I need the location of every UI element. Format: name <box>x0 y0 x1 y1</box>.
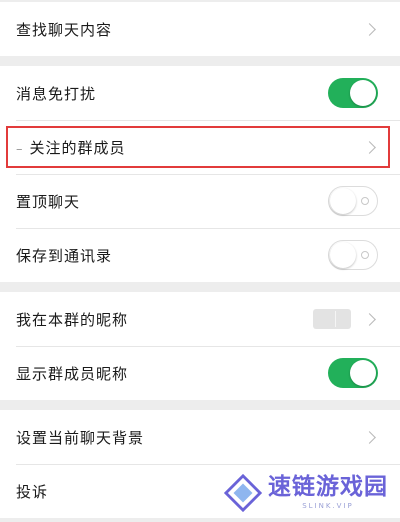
save-contacts-toggle[interactable] <box>328 240 378 270</box>
nickname-value-placeholder <box>313 309 351 329</box>
row-save-to-contacts[interactable]: 保存到通讯录 <box>0 228 400 282</box>
chevron-right-icon <box>363 140 376 154</box>
row-label: 设置当前聊天背景 <box>16 428 145 447</box>
section-search: 查找聊天内容 <box>0 2 400 56</box>
row-mute-notifications[interactable]: 消息免打扰 <box>0 66 400 120</box>
row-label: 查找聊天内容 <box>16 20 113 39</box>
chevron-right-icon <box>363 312 376 326</box>
row-show-member-nicknames[interactable]: 显示群成员昵称 <box>0 346 400 400</box>
chevron-right-icon <box>363 430 376 444</box>
dash-mark: – <box>16 141 24 157</box>
row-search-chat-content[interactable]: 查找聊天内容 <box>0 2 400 56</box>
row-label: 置顶聊天 <box>16 192 81 211</box>
section-nickname: 我在本群的昵称 显示群成员昵称 <box>0 292 400 400</box>
pin-chat-toggle[interactable] <box>328 186 378 216</box>
toggle-knob <box>350 80 376 106</box>
toggle-knob <box>330 242 356 268</box>
mute-toggle[interactable] <box>328 78 378 108</box>
row-label: – 关注的群成员 <box>16 137 365 158</box>
chat-settings-list: 查找聊天内容 消息免打扰 – 关注的群成员 置顶聊天 保存到通讯录 我在本群的昵称 <box>0 0 400 518</box>
watermark-subtext: SLINK.VIP <box>302 502 354 510</box>
row-followed-members[interactable]: – 关注的群成员 <box>0 120 400 174</box>
section-gap <box>0 400 400 410</box>
section-notifications: 消息免打扰 – 关注的群成员 置顶聊天 保存到通讯录 <box>0 66 400 282</box>
row-label: 我在本群的昵称 <box>16 310 129 329</box>
toggle-knob <box>350 360 376 386</box>
row-label: 保存到通讯录 <box>16 246 113 265</box>
row-pin-chat[interactable]: 置顶聊天 <box>0 174 400 228</box>
toggle-off-ring-icon <box>361 197 369 205</box>
row-label: 显示群成员昵称 <box>16 364 129 383</box>
show-nicknames-toggle[interactable] <box>328 358 378 388</box>
watermark-text-block: 速链游戏园 SLINK.VIP <box>268 474 388 511</box>
row-set-chat-background[interactable]: 设置当前聊天背景 <box>0 410 400 464</box>
section-gap <box>0 56 400 66</box>
diamond-logo-icon <box>224 474 262 512</box>
toggle-knob <box>330 188 356 214</box>
section-gap <box>0 282 400 292</box>
toggle-off-ring-icon <box>361 251 369 259</box>
row-label: 消息免打扰 <box>16 84 97 103</box>
chevron-right-icon <box>363 22 376 36</box>
watermark-text: 速链游戏园 <box>268 474 388 500</box>
watermark: 速链游戏园 SLINK.VIP <box>224 474 388 512</box>
row-my-group-nickname[interactable]: 我在本群的昵称 <box>0 292 400 346</box>
row-label-text: 关注的群成员 <box>29 138 126 157</box>
